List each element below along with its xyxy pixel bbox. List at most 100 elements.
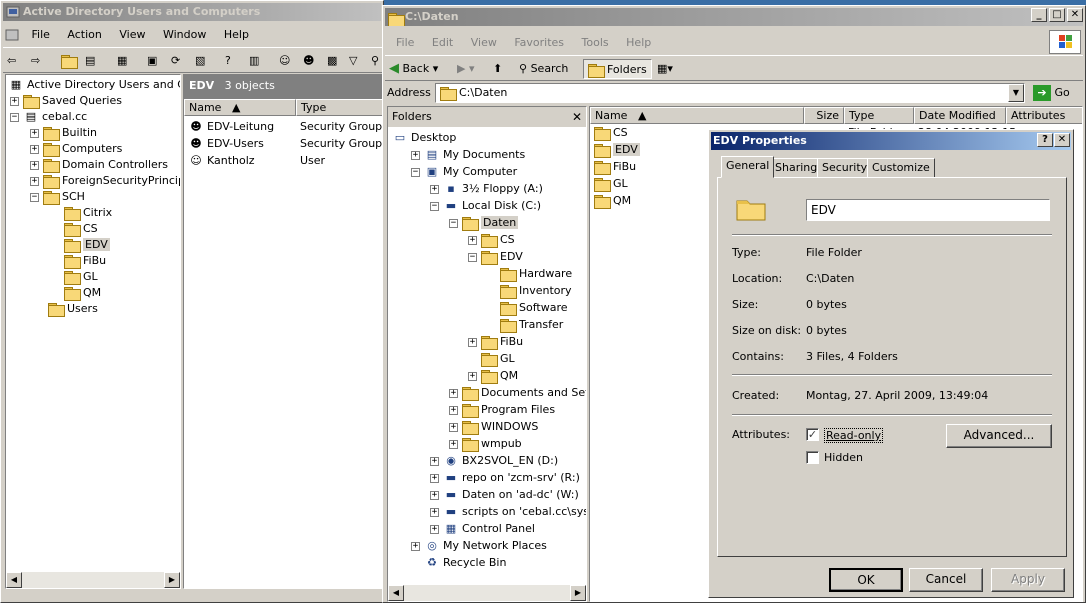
scroll-left-icon[interactable]: ◀ bbox=[6, 572, 22, 588]
aduc-menu-view[interactable]: View bbox=[112, 25, 152, 45]
tree-item-gl[interactable]: GL bbox=[64, 268, 98, 285]
expand-icon[interactable]: + bbox=[430, 524, 439, 534]
tree-item-builtin[interactable]: + Builtin bbox=[30, 124, 97, 141]
folder-tree-item[interactable]: + ◎ My Network Places bbox=[411, 537, 547, 554]
forward-button[interactable]: ▶ ▾ bbox=[457, 59, 475, 79]
explorer-menu-help[interactable]: Help bbox=[619, 33, 658, 53]
tree-item-computers[interactable]: + Computers bbox=[30, 140, 122, 157]
folder-tree-item[interactable]: Transfer bbox=[487, 316, 563, 333]
collapse-icon[interactable]: − bbox=[449, 218, 458, 228]
folder-name-field[interactable]: EDV bbox=[806, 199, 1050, 221]
folder-tree-item[interactable]: − Daten bbox=[449, 214, 519, 231]
file-row[interactable]: EDV bbox=[594, 141, 640, 158]
aduc-menu-file[interactable]: File bbox=[25, 25, 57, 45]
advanced-button[interactable]: Advanced... bbox=[946, 424, 1052, 448]
list-item[interactable]: ☺ Kantholz bbox=[188, 152, 254, 169]
properties-titlebar[interactable]: EDV Properties bbox=[711, 132, 1071, 150]
help-icon[interactable]: ? bbox=[225, 51, 231, 71]
close-button[interactable]: ✕ bbox=[1067, 8, 1083, 22]
up-folder-icon[interactable] bbox=[61, 51, 80, 71]
find-icon[interactable]: ⚲ bbox=[371, 51, 379, 71]
expand-icon[interactable]: + bbox=[411, 541, 420, 551]
readonly-checkbox[interactable]: ✓ bbox=[806, 428, 819, 441]
col-name[interactable]: Name ▲ bbox=[590, 107, 804, 124]
folder-tree-item[interactable]: + Documents and Settings bbox=[449, 384, 586, 401]
scroll-right-icon[interactable]: ▶ bbox=[164, 572, 180, 588]
aduc-tree-hscroll[interactable]: ◀ ▶ bbox=[6, 572, 180, 588]
folder-tree-item[interactable]: + ▬ Daten on 'ad-dc' (W:) bbox=[430, 486, 579, 503]
tree-item-fibu[interactable]: FiBu bbox=[64, 252, 106, 269]
aduc-menu-action[interactable]: Action bbox=[60, 25, 108, 45]
search-button[interactable]: ⚲ Search bbox=[519, 59, 568, 79]
dialog-close-button[interactable]: ✕ bbox=[1054, 133, 1070, 147]
folder-tree-item[interactable]: + FiBu bbox=[468, 333, 523, 350]
folder-tree-item[interactable]: + ◉ BX2SVOL_EN (D:) bbox=[430, 452, 558, 469]
apply-button[interactable]: Apply bbox=[991, 568, 1065, 592]
expand-icon[interactable]: + bbox=[30, 128, 39, 138]
new-ou-icon[interactable]: ▩ bbox=[327, 51, 337, 71]
back-arrow-icon[interactable]: ⇦ bbox=[7, 51, 16, 71]
folder-tree-item[interactable]: + ▬ scripts on 'cebal.cc\sysvol\c bbox=[430, 503, 586, 520]
tree-item-cs[interactable]: CS bbox=[64, 220, 98, 237]
list-item[interactable]: ☻ EDV-Users bbox=[188, 135, 264, 152]
help-button[interactable]: ? bbox=[1037, 133, 1053, 147]
folder-tree-item[interactable]: + ▪ 3½ Floppy (A:) bbox=[430, 180, 543, 197]
tree-item-qm[interactable]: QM bbox=[64, 284, 101, 301]
expand-icon[interactable]: + bbox=[30, 176, 39, 186]
aduc-col-name[interactable]: Name ▲ bbox=[184, 99, 296, 116]
views-button[interactable]: ▦▾ bbox=[657, 59, 673, 79]
collapse-icon[interactable]: − bbox=[468, 252, 477, 262]
tab-security[interactable]: Security bbox=[817, 158, 873, 178]
expand-icon[interactable]: + bbox=[30, 160, 39, 170]
col-size[interactable]: Size bbox=[804, 107, 844, 124]
expand-icon[interactable]: + bbox=[468, 371, 477, 381]
expand-icon[interactable]: + bbox=[430, 184, 439, 194]
refresh-icon[interactable]: ⟳ bbox=[171, 51, 180, 71]
tab-general[interactable]: General bbox=[721, 156, 775, 178]
filter-icon[interactable]: ▽ bbox=[349, 51, 357, 71]
export-icon[interactable]: ▧ bbox=[195, 51, 205, 71]
collapse-icon[interactable]: − bbox=[30, 192, 39, 202]
explorer-titlebar[interactable]: C:\Daten bbox=[385, 8, 1083, 26]
tree-item-edv[interactable]: EDV bbox=[64, 236, 110, 253]
list-item[interactable]: ☻ EDV-Leitung bbox=[188, 118, 274, 135]
aduc-menu-icon[interactable] bbox=[3, 25, 21, 45]
explorer-menu-file[interactable]: File bbox=[389, 33, 421, 53]
aduc-col-type[interactable]: Type bbox=[296, 99, 382, 116]
new-group-icon[interactable]: ☻ bbox=[303, 51, 314, 71]
file-row[interactable]: FiBu bbox=[594, 158, 636, 175]
delete-icon[interactable]: ▦ bbox=[117, 51, 127, 71]
collapse-icon[interactable]: − bbox=[411, 167, 420, 177]
expand-icon[interactable]: + bbox=[449, 405, 458, 415]
folders-hscroll[interactable]: ◀ ▶ bbox=[388, 585, 586, 601]
aduc-titlebar[interactable]: Active Directory Users and Computers bbox=[3, 3, 381, 21]
close-pane-icon[interactable]: ✕ bbox=[572, 107, 582, 127]
collapse-icon[interactable]: − bbox=[10, 112, 19, 122]
folder-tree-item[interactable]: + ▬ repo on 'zcm-srv' (R:) bbox=[430, 469, 580, 486]
expand-icon[interactable]: + bbox=[449, 422, 458, 432]
explorer-menu-view[interactable]: View bbox=[464, 33, 504, 53]
expand-icon[interactable]: + bbox=[449, 388, 458, 398]
col-type[interactable]: Type bbox=[844, 107, 914, 124]
folder-tree-item[interactable]: − EDV bbox=[468, 248, 523, 265]
folder-tree-item[interactable]: + CS bbox=[468, 231, 515, 248]
file-row[interactable]: QM bbox=[594, 192, 631, 209]
tree-item-foreign-security[interactable]: + ForeignSecurityPrincipa bbox=[30, 172, 180, 189]
folder-tree-item[interactable]: GL bbox=[468, 350, 515, 367]
new-user-icon[interactable]: ☺ bbox=[279, 51, 290, 71]
folder-tree-item[interactable]: + Program Files bbox=[449, 401, 555, 418]
minimize-button[interactable]: _ bbox=[1031, 8, 1047, 22]
tree-item-saved-queries[interactable]: + Saved Queries bbox=[10, 92, 122, 109]
folder-tree-item[interactable]: + WINDOWS bbox=[449, 418, 538, 435]
scroll-right-icon[interactable]: ▶ bbox=[570, 585, 586, 601]
folder-tree-item[interactable]: + wmpub bbox=[449, 435, 522, 452]
scroll-left-icon[interactable]: ◀ bbox=[388, 585, 404, 601]
expand-icon[interactable]: + bbox=[411, 150, 420, 160]
back-button[interactable]: ◀ Back ▾ bbox=[389, 59, 438, 79]
tree-item-domain-controllers[interactable]: + Domain Controllers bbox=[30, 156, 168, 173]
go-button[interactable]: ➔ Go bbox=[1033, 83, 1070, 103]
tree-item-domain[interactable]: − ▤ cebal.cc bbox=[10, 108, 87, 125]
expand-icon[interactable]: + bbox=[10, 96, 19, 106]
ok-button[interactable]: OK bbox=[829, 568, 903, 592]
folder-tree-item[interactable]: ▭ Desktop bbox=[392, 129, 457, 146]
